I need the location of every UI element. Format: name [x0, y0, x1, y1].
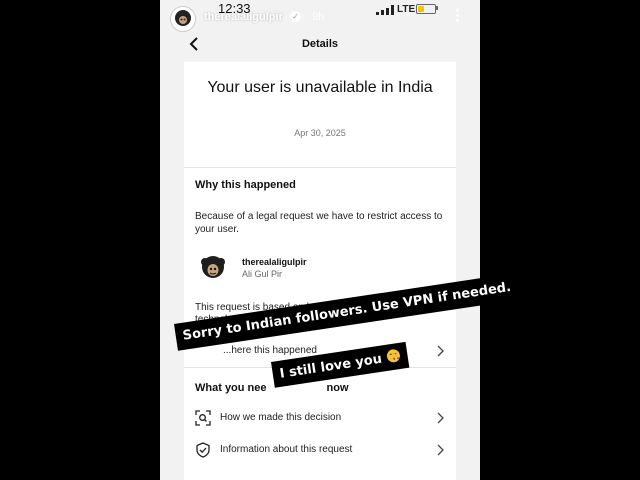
- divider: [184, 167, 456, 168]
- network-type: LTE: [397, 4, 416, 15]
- phone-screen: therealaligulpir ✓ 9h 12:33 LTE Details …: [160, 0, 480, 480]
- where-happened-link[interactable]: ...here this happened: [223, 345, 317, 356]
- scan-search-icon: [195, 410, 211, 426]
- details-card: Your user is unavailable in India Apr 30…: [184, 62, 456, 480]
- need-heading-end: now: [326, 382, 349, 394]
- story-avatar[interactable]: [170, 6, 196, 32]
- row-how-decision[interactable]: How we made this decision: [184, 408, 456, 430]
- user-full-name: Ali Gul Pir: [242, 269, 283, 279]
- page-title: Details: [301, 38, 339, 50]
- chevron-right-icon[interactable]: [436, 345, 444, 357]
- section-heading-need-to-know: What you nee now: [195, 382, 349, 394]
- need-heading-start: What you nee: [195, 382, 267, 394]
- status-time: 12:33: [218, 1, 251, 16]
- date-label: Apr 30, 2025: [294, 128, 346, 138]
- user-avatar[interactable]: [198, 253, 228, 283]
- story-age: 9h: [312, 11, 325, 23]
- user-handle[interactable]: therealaligulpir: [242, 257, 307, 267]
- verified-check-icon: ✓: [290, 11, 301, 22]
- battery-icon: [416, 4, 436, 14]
- shield-check-icon: [196, 442, 210, 458]
- headline: Your user is unavailable in India: [207, 79, 433, 96]
- signal-icon: [376, 5, 394, 15]
- battery-level: [418, 6, 424, 12]
- section-heading-why: Why this happened: [195, 179, 296, 191]
- story-header: therealaligulpir ✓ 9h 12:33 LTE: [160, 0, 480, 34]
- row-label: How we made this decision: [220, 412, 342, 423]
- chevron-right-icon: [437, 412, 444, 424]
- more-vertical-icon[interactable]: [456, 9, 460, 25]
- nav-bar: Details: [160, 34, 480, 56]
- why-text: Because of a legal request we have to re…: [195, 211, 443, 235]
- kissing-face-emoji-icon: [387, 349, 401, 363]
- row-request-info[interactable]: Information about this request: [184, 440, 456, 462]
- row-label: Information about this request: [220, 444, 353, 455]
- chevron-right-icon: [437, 444, 444, 456]
- battery-tip: [436, 6, 438, 10]
